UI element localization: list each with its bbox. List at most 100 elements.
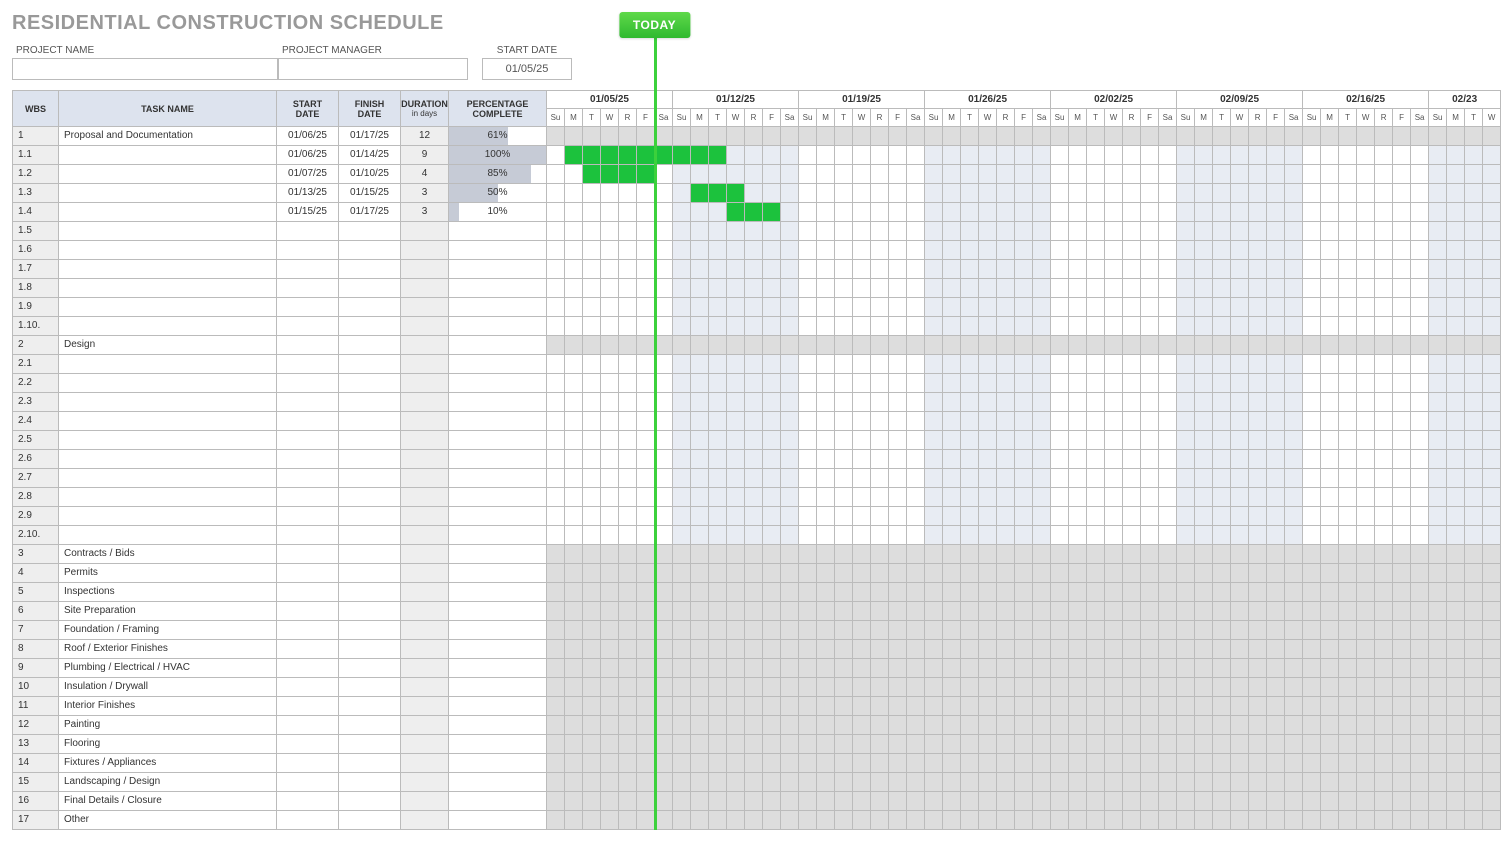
task-name-cell[interactable]: Roof / Exterior Finishes bbox=[59, 640, 277, 659]
finish-date-cell[interactable] bbox=[339, 640, 401, 659]
finish-date-cell[interactable] bbox=[339, 564, 401, 583]
task-name-cell[interactable] bbox=[59, 279, 277, 298]
duration-cell[interactable]: 3 bbox=[401, 203, 449, 222]
percent-complete-cell[interactable] bbox=[449, 697, 547, 716]
percent-complete-cell[interactable] bbox=[449, 298, 547, 317]
finish-date-cell[interactable] bbox=[339, 222, 401, 241]
percent-complete-cell[interactable] bbox=[449, 678, 547, 697]
finish-date-cell[interactable] bbox=[339, 735, 401, 754]
wbs-cell[interactable]: 1.9 bbox=[13, 298, 59, 317]
start-date-cell[interactable]: 01/15/25 bbox=[277, 203, 339, 222]
wbs-cell[interactable]: 1.6 bbox=[13, 241, 59, 260]
start-date-cell[interactable] bbox=[277, 374, 339, 393]
wbs-cell[interactable]: 1.4 bbox=[13, 203, 59, 222]
duration-cell[interactable]: 12 bbox=[401, 127, 449, 146]
task-name-cell[interactable] bbox=[59, 184, 277, 203]
start-date-cell[interactable] bbox=[277, 355, 339, 374]
task-name-cell[interactable] bbox=[59, 374, 277, 393]
finish-date-cell[interactable] bbox=[339, 241, 401, 260]
percent-complete-cell[interactable] bbox=[449, 564, 547, 583]
start-date-cell[interactable] bbox=[277, 431, 339, 450]
percent-complete-cell[interactable] bbox=[449, 450, 547, 469]
task-name-cell[interactable] bbox=[59, 488, 277, 507]
duration-cell[interactable] bbox=[401, 241, 449, 260]
finish-date-cell[interactable] bbox=[339, 317, 401, 336]
task-name-cell[interactable] bbox=[59, 241, 277, 260]
start-date-cell[interactable] bbox=[277, 564, 339, 583]
wbs-cell[interactable]: 17 bbox=[13, 811, 59, 830]
start-date-cell[interactable] bbox=[277, 754, 339, 773]
start-date-cell[interactable] bbox=[277, 792, 339, 811]
wbs-cell[interactable]: 2.8 bbox=[13, 488, 59, 507]
percent-complete-cell[interactable] bbox=[449, 488, 547, 507]
percent-complete-cell[interactable] bbox=[449, 621, 547, 640]
duration-cell[interactable] bbox=[401, 336, 449, 355]
duration-cell[interactable] bbox=[401, 792, 449, 811]
finish-date-cell[interactable] bbox=[339, 716, 401, 735]
duration-cell[interactable] bbox=[401, 412, 449, 431]
duration-cell[interactable] bbox=[401, 659, 449, 678]
wbs-cell[interactable]: 1.3 bbox=[13, 184, 59, 203]
percent-complete-cell[interactable] bbox=[449, 431, 547, 450]
percent-complete-cell[interactable] bbox=[449, 754, 547, 773]
percent-complete-cell[interactable] bbox=[449, 716, 547, 735]
duration-cell[interactable] bbox=[401, 222, 449, 241]
duration-cell[interactable]: 9 bbox=[401, 146, 449, 165]
duration-cell[interactable] bbox=[401, 298, 449, 317]
duration-cell[interactable] bbox=[401, 564, 449, 583]
percent-complete-cell[interactable] bbox=[449, 507, 547, 526]
wbs-cell[interactable]: 2 bbox=[13, 336, 59, 355]
task-name-cell[interactable]: Proposal and Documentation bbox=[59, 127, 277, 146]
wbs-cell[interactable]: 1.1 bbox=[13, 146, 59, 165]
finish-date-cell[interactable]: 01/17/25 bbox=[339, 203, 401, 222]
start-date-cell[interactable]: 01/13/25 bbox=[277, 184, 339, 203]
task-name-cell[interactable] bbox=[59, 450, 277, 469]
duration-cell[interactable] bbox=[401, 431, 449, 450]
finish-date-cell[interactable] bbox=[339, 773, 401, 792]
duration-cell[interactable] bbox=[401, 260, 449, 279]
percent-complete-cell[interactable]: 100% bbox=[449, 146, 547, 165]
duration-cell[interactable] bbox=[401, 678, 449, 697]
task-name-cell[interactable]: Painting bbox=[59, 716, 277, 735]
task-name-cell[interactable] bbox=[59, 526, 277, 545]
start-date-cell[interactable] bbox=[277, 279, 339, 298]
duration-cell[interactable] bbox=[401, 716, 449, 735]
percent-complete-cell[interactable] bbox=[449, 241, 547, 260]
start-date-cell[interactable] bbox=[277, 545, 339, 564]
duration-cell[interactable]: 3 bbox=[401, 184, 449, 203]
finish-date-cell[interactable] bbox=[339, 583, 401, 602]
finish-date-cell[interactable] bbox=[339, 431, 401, 450]
wbs-cell[interactable]: 1.2 bbox=[13, 165, 59, 184]
start-date-cell[interactable] bbox=[277, 241, 339, 260]
percent-complete-cell[interactable] bbox=[449, 526, 547, 545]
finish-date-cell[interactable] bbox=[339, 754, 401, 773]
task-name-cell[interactable]: Design bbox=[59, 336, 277, 355]
start-date-cell[interactable] bbox=[277, 488, 339, 507]
wbs-cell[interactable]: 7 bbox=[13, 621, 59, 640]
start-date-cell[interactable] bbox=[277, 583, 339, 602]
wbs-cell[interactable]: 2.7 bbox=[13, 469, 59, 488]
wbs-cell[interactable]: 2.5 bbox=[13, 431, 59, 450]
wbs-cell[interactable]: 2.10. bbox=[13, 526, 59, 545]
percent-complete-cell[interactable]: 10% bbox=[449, 203, 547, 222]
task-name-cell[interactable]: Contracts / Bids bbox=[59, 545, 277, 564]
start-date-cell[interactable] bbox=[277, 507, 339, 526]
start-date-cell[interactable] bbox=[277, 317, 339, 336]
percent-complete-cell[interactable] bbox=[449, 735, 547, 754]
start-date-cell[interactable] bbox=[277, 697, 339, 716]
finish-date-cell[interactable] bbox=[339, 336, 401, 355]
wbs-cell[interactable]: 10 bbox=[13, 678, 59, 697]
duration-cell[interactable] bbox=[401, 602, 449, 621]
wbs-cell[interactable]: 2.4 bbox=[13, 412, 59, 431]
finish-date-cell[interactable] bbox=[339, 621, 401, 640]
duration-cell[interactable] bbox=[401, 374, 449, 393]
wbs-cell[interactable]: 6 bbox=[13, 602, 59, 621]
finish-date-cell[interactable] bbox=[339, 260, 401, 279]
start-date-cell[interactable] bbox=[277, 602, 339, 621]
duration-cell[interactable] bbox=[401, 317, 449, 336]
duration-cell[interactable] bbox=[401, 697, 449, 716]
finish-date-cell[interactable] bbox=[339, 298, 401, 317]
percent-complete-cell[interactable] bbox=[449, 317, 547, 336]
percent-complete-cell[interactable] bbox=[449, 545, 547, 564]
start-date-cell[interactable] bbox=[277, 526, 339, 545]
